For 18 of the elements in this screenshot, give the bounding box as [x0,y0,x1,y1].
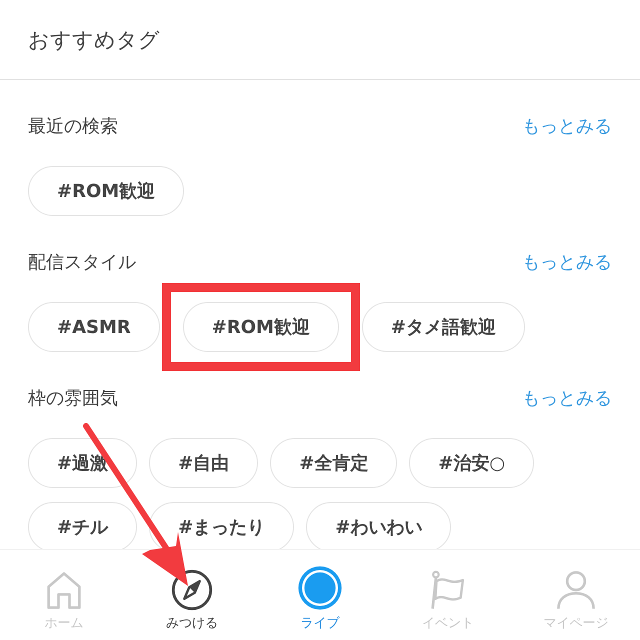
tag-chip[interactable]: #タメ語歓迎 [362,302,525,352]
page-title: おすすめタグ [28,26,160,54]
tag-chip[interactable]: #わいわい [306,502,452,552]
tag-chip[interactable]: #自由 [149,438,258,488]
tag-chip[interactable]: #ROM歓迎 [28,166,184,216]
section-title: 配信スタイル [28,251,136,274]
section-title: 枠の雰囲気 [28,387,118,410]
compass-icon [170,568,214,612]
tag-chip[interactable]: #治安○ [409,438,534,488]
tag-chip[interactable]: #過激 [28,438,138,488]
tag-chip[interactable]: #全肯定 [270,438,398,488]
tag-chip[interactable]: #ASMR [28,302,160,352]
tag-chip[interactable]: #ROM歓迎 [182,302,339,352]
tab-item[interactable]: みつける [128,550,256,640]
tag-chip[interactable]: #まったり [149,502,294,552]
live-circle-icon [296,564,344,612]
section-title: 最近の検索 [28,115,118,138]
tag-chip[interactable]: #チル [28,502,138,552]
